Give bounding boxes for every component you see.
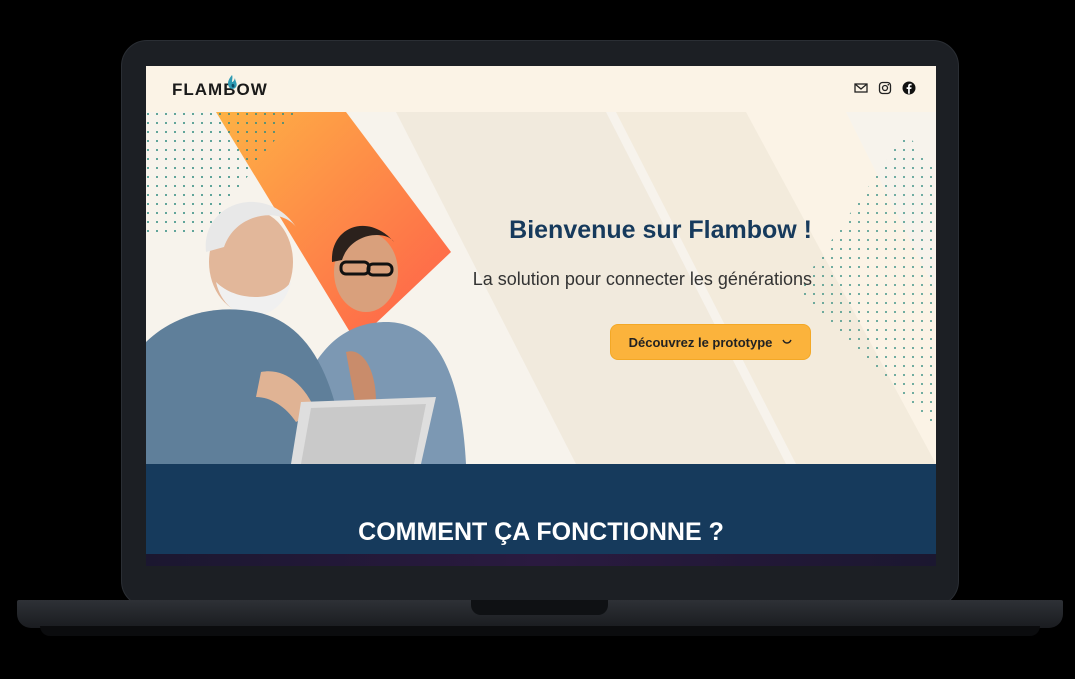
people-laptop-photo [146, 201, 466, 464]
social-icons [854, 81, 916, 95]
cta-label: Découvrez le prototype [628, 334, 773, 350]
flame-icon [228, 75, 237, 89]
instagram-icon[interactable] [878, 81, 892, 95]
chevron-down-icon [782, 339, 793, 344]
mail-icon[interactable] [854, 81, 868, 95]
site-logo[interactable]: FLAMBOW [172, 80, 268, 100]
facebook-icon[interactable] [902, 81, 916, 95]
hero-subtitle: La solution pour connecter les génératio… [472, 269, 812, 289]
screen-bottom-strip [146, 554, 936, 566]
hero-title: Bienvenue sur Flambow ! [509, 216, 812, 244]
laptop-base-shadow [40, 626, 1040, 636]
discover-prototype-button[interactable]: Découvrez le prototype [610, 324, 811, 360]
site-header: FLAMBOW [146, 66, 936, 112]
hero-banner: Bienvenue sur Flambow ! La solution pour… [146, 112, 936, 464]
section-title: COMMENT ÇA FONCTIONNE ? [358, 518, 724, 546]
laptop-screen: FLAMBOW Bienvenue sur Flambow ! La solut… [146, 66, 936, 566]
laptop-notch [471, 600, 608, 615]
how-it-works-section: COMMENT ÇA FONCTIONNE ? [146, 464, 936, 554]
